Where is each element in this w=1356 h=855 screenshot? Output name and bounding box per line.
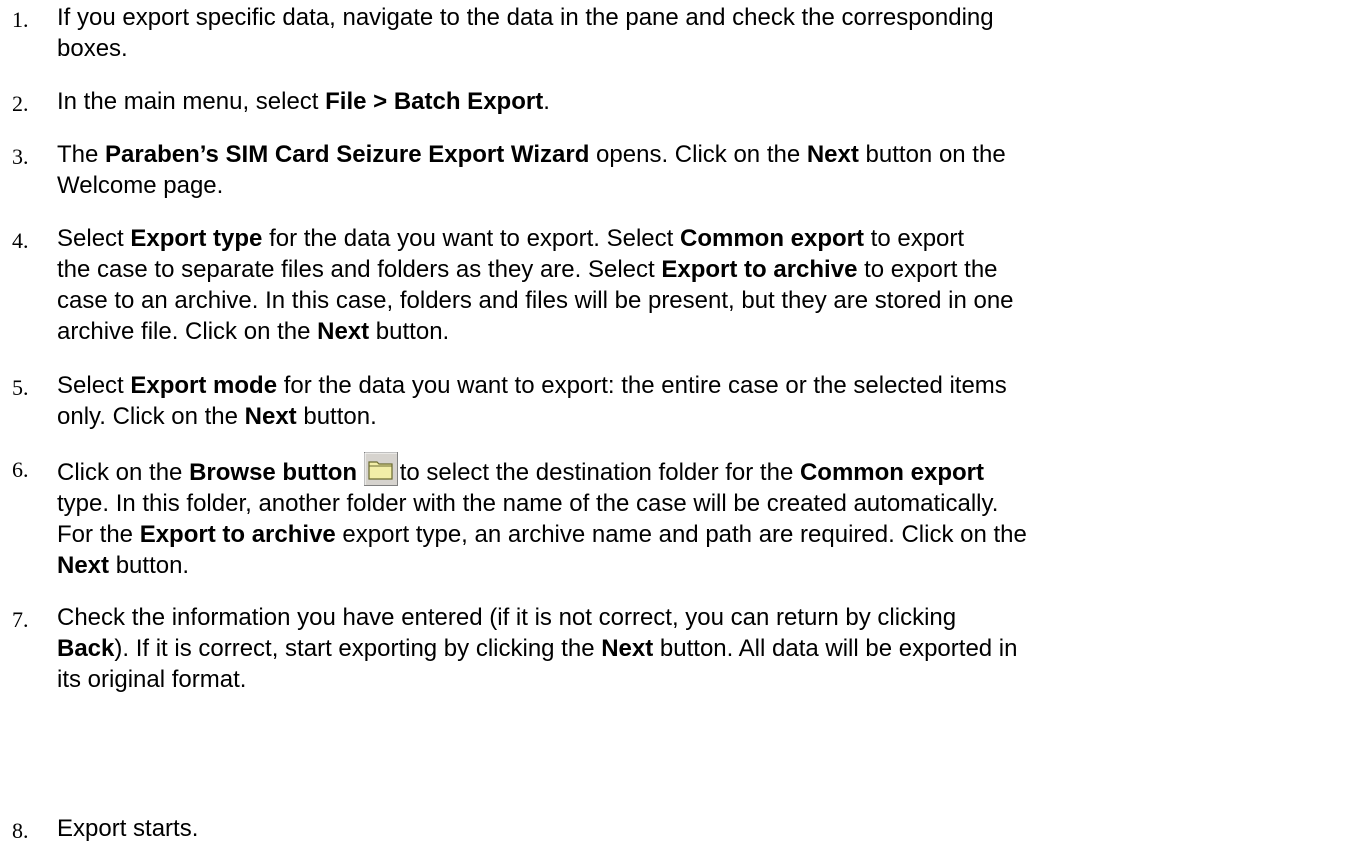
text-run: button.: [369, 318, 450, 345]
text-run: Select: [57, 372, 131, 399]
text-run: only. Click on the: [57, 403, 245, 430]
text-run: Export starts.: [57, 815, 199, 842]
text-run: If you export specific data, navigate to…: [57, 4, 994, 31]
text-run: archive file. Click on the: [57, 318, 318, 345]
text-run: boxes.: [57, 35, 128, 62]
text-line: The Paraben’s SIM Card Seizure Export Wi…: [57, 139, 1353, 170]
text-run: Check the information you have entered (…: [57, 604, 957, 631]
text-line: its original format.: [57, 664, 1353, 695]
bold-term: Common export: [799, 459, 984, 486]
bold-term: File > Batch Export: [325, 88, 544, 115]
step-number: 3.: [12, 144, 29, 169]
step-number: 7.: [12, 607, 29, 632]
bold-term: Next: [601, 635, 654, 662]
text-line: Export starts.: [57, 813, 1353, 844]
bold-term: Export type: [130, 225, 263, 252]
bold-term: Export mode: [130, 372, 278, 399]
step-text: If you export specific data, navigate to…: [57, 2, 1353, 64]
bold-term: Next: [317, 318, 370, 345]
text-line: Select Export mode for the data you want…: [57, 370, 1353, 401]
text-line: the case to separate files and folders a…: [57, 254, 1353, 285]
text-run: export type, an archive name and path ar…: [335, 521, 1027, 548]
bold-term: Next: [806, 141, 859, 168]
text-run: The: [57, 141, 106, 168]
text-line: In the main menu, select File > Batch Ex…: [57, 86, 1353, 117]
bold-term: Back: [57, 635, 115, 662]
text-run: opens. Click on the: [589, 141, 807, 168]
step-text: Click on the Browse button to select the…: [57, 452, 1353, 581]
text-run: button. All data will be exported in: [653, 635, 1018, 662]
text-run: Welcome page.: [57, 172, 224, 199]
text-run: For the: [57, 521, 140, 548]
text-run: the case to separate files and folders a…: [57, 256, 662, 283]
text-run: button.: [109, 552, 190, 579]
text-run: .: [543, 88, 550, 115]
step-number: 2.: [12, 91, 29, 116]
bold-term: Export to archive: [661, 256, 858, 283]
bold-term: Export to archive: [139, 521, 336, 548]
step-number: 5.: [12, 375, 29, 400]
text-line: Check the information you have entered (…: [57, 602, 1353, 633]
step-text: Select Export mode for the data you want…: [57, 370, 1353, 432]
text-line: Back). If it is correct, start exporting…: [57, 633, 1353, 664]
text-line: archive file. Click on the Next button.: [57, 316, 1353, 347]
text-line: Select Export type for the data you want…: [57, 223, 1353, 254]
text-run: case to an archive. In this case, folder…: [57, 287, 1014, 314]
step-number: 1.: [12, 7, 29, 32]
text-line: case to an archive. In this case, folder…: [57, 285, 1353, 316]
bold-term: Common export: [679, 225, 864, 252]
step-number: 8.: [12, 818, 29, 843]
folder-icon: [363, 452, 398, 486]
step-text: Export starts.: [57, 813, 1353, 844]
step-text: Check the information you have entered (…: [57, 602, 1353, 695]
text-line: type. In this folder, another folder wit…: [57, 488, 1353, 519]
text-run: for the data you want to export: the ent…: [277, 372, 1007, 399]
step-text: Select Export type for the data you want…: [57, 223, 1353, 347]
step-number: 4.: [12, 228, 29, 253]
text-run: Click on the: [57, 459, 190, 486]
step-number: 6.: [12, 457, 29, 482]
bold-term: Next: [57, 552, 110, 579]
text-run: to export: [864, 225, 965, 252]
text-run: type. In this folder, another folder wit…: [57, 490, 999, 517]
step-text: In the main menu, select File > Batch Ex…: [57, 86, 1353, 117]
text-run: button on the: [858, 141, 1006, 168]
text-run: In the main menu, select: [57, 88, 326, 115]
text-line: Click on the Browse button to select the…: [57, 452, 1353, 488]
text-line: only. Click on the Next button.: [57, 401, 1353, 432]
text-line: Welcome page.: [57, 170, 1353, 201]
text-run: its original format.: [57, 666, 247, 693]
text-line: Next button.: [57, 550, 1353, 581]
bold-term: Browse button: [189, 459, 364, 486]
step-text: The Paraben’s SIM Card Seizure Export Wi…: [57, 139, 1353, 201]
text-line: For the Export to archive export type, a…: [57, 519, 1353, 550]
bold-term: Paraben’s SIM Card Seizure Export Wizard: [105, 141, 590, 168]
text-run: to export the: [857, 256, 998, 283]
text-run: Select: [57, 225, 131, 252]
text-line: If you export specific data, navigate to…: [57, 2, 1353, 33]
text-run: button.: [296, 403, 377, 430]
text-line: boxes.: [57, 33, 1353, 64]
text-run: ). If it is correct, start exporting by …: [114, 635, 602, 662]
text-run: for the data you want to export. Select: [262, 225, 680, 252]
text-run: to select the destination folder for the: [399, 459, 800, 486]
bold-term: Next: [244, 403, 297, 430]
